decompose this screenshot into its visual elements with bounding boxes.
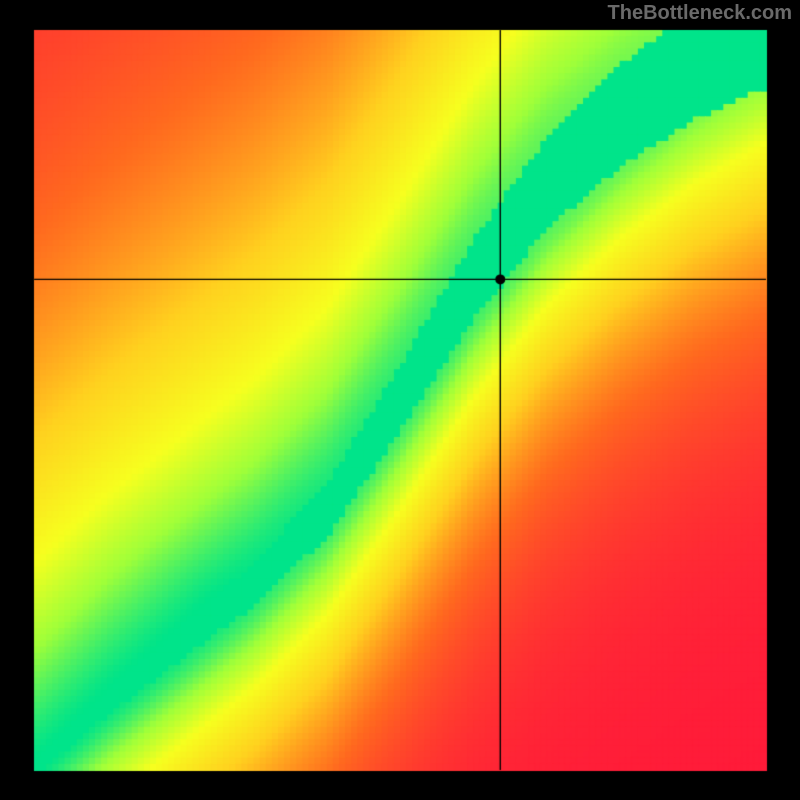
chart-stage: TheBottleneck.com	[0, 0, 800, 800]
watermark-text: TheBottleneck.com	[608, 2, 792, 25]
crosshair-overlay	[0, 0, 800, 800]
